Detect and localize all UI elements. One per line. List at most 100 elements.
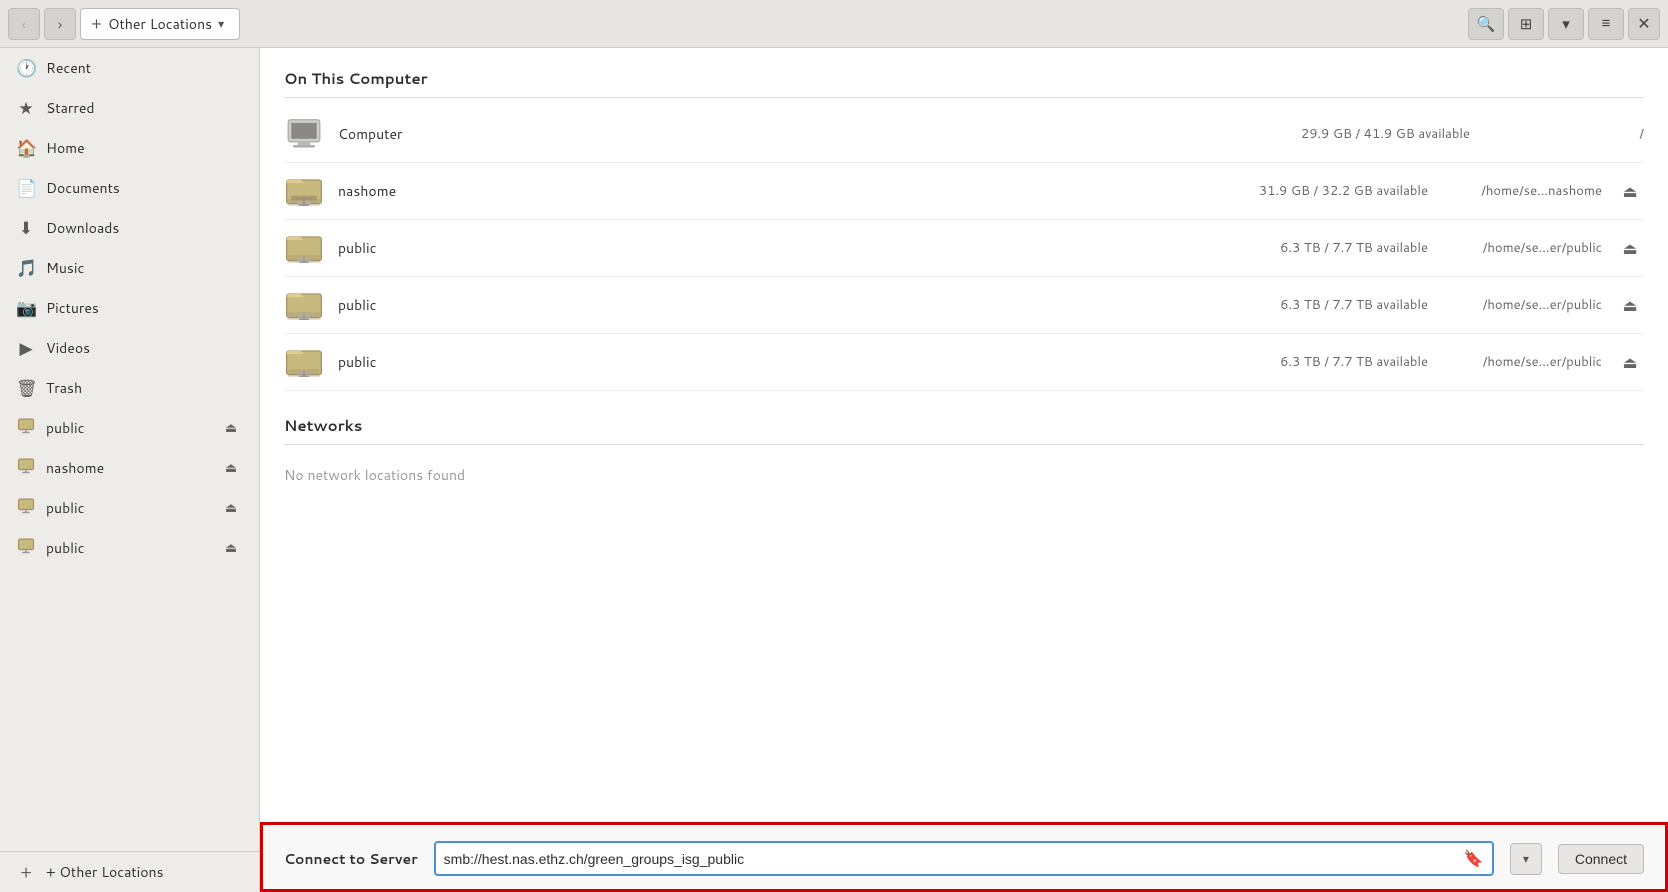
on-this-computer-title: On This Computer: [284, 68, 1644, 89]
eject-public1-content-button[interactable]: ⏏: [1616, 234, 1644, 262]
sidebar-item-downloads[interactable]: ⬇ Downloads: [0, 208, 259, 248]
sidebar-label-mount-public3: public: [46, 538, 209, 558]
location-size-computer: 29.9 GB / 41.9 GB available: [1250, 125, 1470, 143]
sidebar-item-home[interactable]: 🏠 Home: [0, 128, 259, 168]
sidebar-label-other-locations: + Other Locations: [46, 862, 243, 882]
sidebar-item-other-locations[interactable]: + + Other Locations: [0, 851, 259, 892]
other-locations-icon: +: [16, 860, 36, 884]
menu-button[interactable]: ≡: [1588, 8, 1624, 40]
sidebar-item-pictures[interactable]: 📷 Pictures: [0, 288, 259, 328]
nashome-folder-icon: [284, 171, 324, 211]
location-row-computer[interactable]: Computer 29.9 GB / 41.9 GB available /: [284, 106, 1644, 163]
videos-icon: ▶: [16, 336, 36, 360]
content-area: On This Computer Computer 29.9 GB / 41.9…: [260, 48, 1668, 892]
sidebar-item-mount-public2[interactable]: public ⏏: [0, 488, 259, 528]
connect-input-bookmark-icon[interactable]: 🔖: [1464, 847, 1484, 870]
starred-icon: ★: [16, 96, 36, 120]
eject-public3-content-button[interactable]: ⏏: [1616, 348, 1644, 376]
sidebar-label-recent: Recent: [46, 58, 243, 78]
location-row-public3[interactable]: public 6.3 TB / 7.7 TB available /home/s…: [284, 334, 1644, 391]
sidebar-label-downloads: Downloads: [46, 218, 243, 238]
view-dropdown-icon: ▾: [1562, 15, 1570, 33]
sidebar-item-documents[interactable]: 📄 Documents: [0, 168, 259, 208]
forward-button[interactable]: ›: [44, 8, 76, 40]
location-size-public1: 6.3 TB / 7.7 TB available: [1208, 239, 1428, 257]
titlebar: ‹ › + Other Locations ▾ 🔍 ⊞ ▾ ≡ ✕: [0, 0, 1668, 48]
location-path-public2: /home/se…er/public: [1442, 296, 1602, 314]
breadcrumb-label: Other Locations: [108, 14, 212, 34]
public2-folder-icon: [284, 285, 324, 325]
no-network-label: No network locations found: [284, 453, 1644, 497]
location-path-computer: /: [1484, 125, 1644, 143]
eject-public3-button[interactable]: ⏏: [219, 536, 243, 560]
breadcrumb-dropdown-icon[interactable]: ▾: [218, 15, 224, 32]
sidebar-item-mount-public1[interactable]: public ⏏: [0, 408, 259, 448]
computer-icon: [284, 114, 324, 154]
location-name-public2: public: [338, 295, 1194, 315]
connect-dropdown-icon: ▾: [1523, 852, 1529, 866]
mount-public2-icon: [16, 496, 36, 520]
location-row-public1[interactable]: public 6.3 TB / 7.7 TB available /home/s…: [284, 220, 1644, 277]
connect-dropdown-button[interactable]: ▾: [1510, 843, 1542, 875]
sidebar-label-videos: Videos: [46, 338, 243, 358]
location-row-nashome[interactable]: nashome 31.9 GB / 32.2 GB available /hom…: [284, 163, 1644, 220]
list-view-icon: ⊞: [1520, 15, 1533, 33]
sidebar-item-mount-public3[interactable]: public ⏏: [0, 528, 259, 568]
sidebar-label-starred: Starred: [46, 98, 243, 118]
trash-icon: 🗑: [16, 376, 36, 400]
breadcrumb-plus-icon: +: [91, 12, 102, 35]
connect-to-server-label: Connect to Server: [284, 849, 418, 869]
sidebar-item-trash[interactable]: 🗑 Trash: [0, 368, 259, 408]
location-row-public2[interactable]: public 6.3 TB / 7.7 TB available /home/s…: [284, 277, 1644, 334]
content-scroll: On This Computer Computer 29.9 GB / 41.9…: [260, 48, 1668, 822]
recent-icon: 🕐: [16, 56, 36, 80]
breadcrumb[interactable]: + Other Locations ▾: [80, 8, 240, 40]
connect-input-wrapper: 🔖: [434, 841, 1494, 876]
connect-server-input[interactable]: [444, 851, 1460, 867]
sidebar: 🕐 Recent ★ Starred 🏠 Home 📄 Documents ⬇ …: [0, 48, 260, 892]
back-button[interactable]: ‹: [8, 8, 40, 40]
location-size-public2: 6.3 TB / 7.7 TB available: [1208, 296, 1428, 314]
location-name-nashome: nashome: [338, 181, 1194, 201]
networks-title: Networks: [284, 415, 1644, 436]
forward-icon: ›: [58, 16, 63, 32]
sidebar-label-mount-public2: public: [46, 498, 209, 518]
sidebar-item-music[interactable]: 🎵 Music: [0, 248, 259, 288]
sidebar-label-mount-nashome: nashome: [46, 458, 209, 478]
sidebar-item-starred[interactable]: ★ Starred: [0, 88, 259, 128]
view-dropdown-button[interactable]: ▾: [1548, 8, 1584, 40]
public1-folder-icon: [284, 228, 324, 268]
eject-public1-button[interactable]: ⏏: [219, 416, 243, 440]
home-icon: 🏠: [16, 136, 36, 160]
mount-public1-icon: [16, 416, 36, 440]
location-size-public3: 6.3 TB / 7.7 TB available: [1208, 353, 1428, 371]
eject-public2-button[interactable]: ⏏: [219, 496, 243, 520]
sidebar-item-recent[interactable]: 🕐 Recent: [0, 48, 259, 88]
eject-nashome-content-button[interactable]: ⏏: [1616, 177, 1644, 205]
music-icon: 🎵: [16, 256, 36, 280]
downloads-icon: ⬇: [16, 216, 36, 240]
titlebar-actions: 🔍 ⊞ ▾ ≡ ✕: [1468, 8, 1660, 40]
search-icon: 🔍: [1477, 15, 1496, 33]
view-list-button[interactable]: ⊞: [1508, 8, 1544, 40]
eject-nashome-button[interactable]: ⏏: [219, 456, 243, 480]
on-this-computer-divider: [284, 97, 1644, 98]
mount-public3-icon: [16, 536, 36, 560]
sidebar-item-videos[interactable]: ▶ Videos: [0, 328, 259, 368]
close-button[interactable]: ✕: [1628, 8, 1660, 40]
location-size-nashome: 31.9 GB / 32.2 GB available: [1208, 182, 1428, 200]
eject-public2-content-button[interactable]: ⏏: [1616, 291, 1644, 319]
sidebar-label-home: Home: [46, 138, 243, 158]
sidebar-item-mount-nashome[interactable]: nashome ⏏: [0, 448, 259, 488]
close-icon: ✕: [1637, 14, 1650, 34]
connect-button[interactable]: Connect: [1558, 844, 1644, 874]
search-button[interactable]: 🔍: [1468, 8, 1504, 40]
sidebar-label-trash: Trash: [46, 378, 243, 398]
public3-folder-icon: [284, 342, 324, 382]
sidebar-label-music: Music: [46, 258, 243, 278]
pictures-icon: 📷: [16, 296, 36, 320]
location-path-public3: /home/se…er/public: [1442, 353, 1602, 371]
sidebar-label-mount-public1: public: [46, 418, 209, 438]
location-name-public1: public: [338, 238, 1194, 258]
back-icon: ‹: [22, 16, 27, 32]
